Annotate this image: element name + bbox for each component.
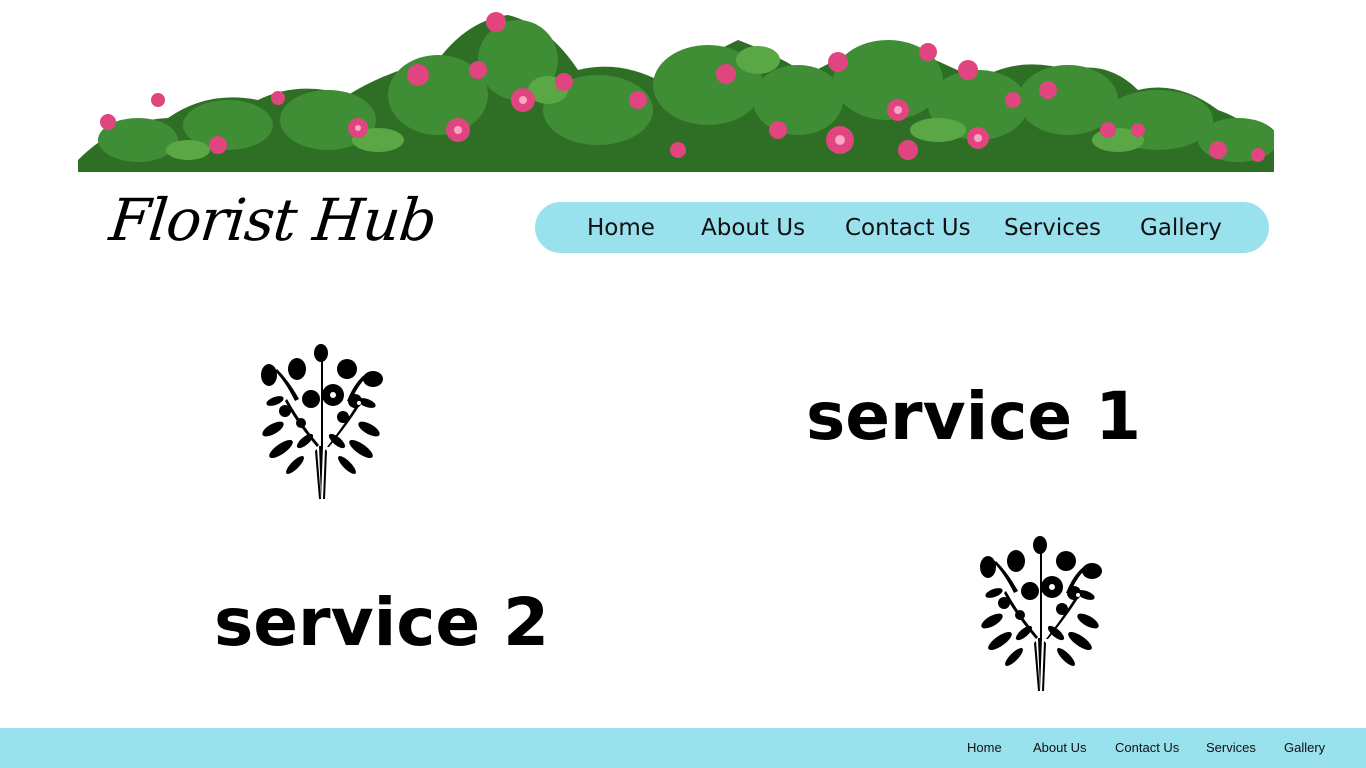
nav-about-us[interactable]: About Us <box>701 215 805 241</box>
footer-link-home[interactable]: Home <box>967 740 1002 755</box>
nav-gallery[interactable]: Gallery <box>1140 215 1222 241</box>
footer-link-contact-us[interactable]: Contact Us <box>1115 740 1179 755</box>
flower-hedge-banner <box>78 0 1274 172</box>
footer: Home About Us Contact Us Services Galler… <box>0 728 1366 768</box>
footer-link-services[interactable]: Services <box>1206 740 1256 755</box>
flower-bouquet-icon <box>255 341 387 501</box>
nav-contact-us[interactable]: Contact Us <box>845 215 971 241</box>
nav-home[interactable]: Home <box>587 215 655 241</box>
footer-link-gallery[interactable]: Gallery <box>1284 740 1325 755</box>
footer-link-about-us[interactable]: About Us <box>1033 740 1086 755</box>
flower-bouquet-icon <box>974 533 1106 693</box>
service-2-title: service 2 <box>214 584 550 661</box>
logo[interactable]: Florist Hub <box>106 186 439 254</box>
nav-services[interactable]: Services <box>1004 215 1101 241</box>
service-1-title: service 1 <box>806 378 1142 455</box>
top-nav: Home About Us Contact Us Services Galler… <box>535 202 1269 253</box>
